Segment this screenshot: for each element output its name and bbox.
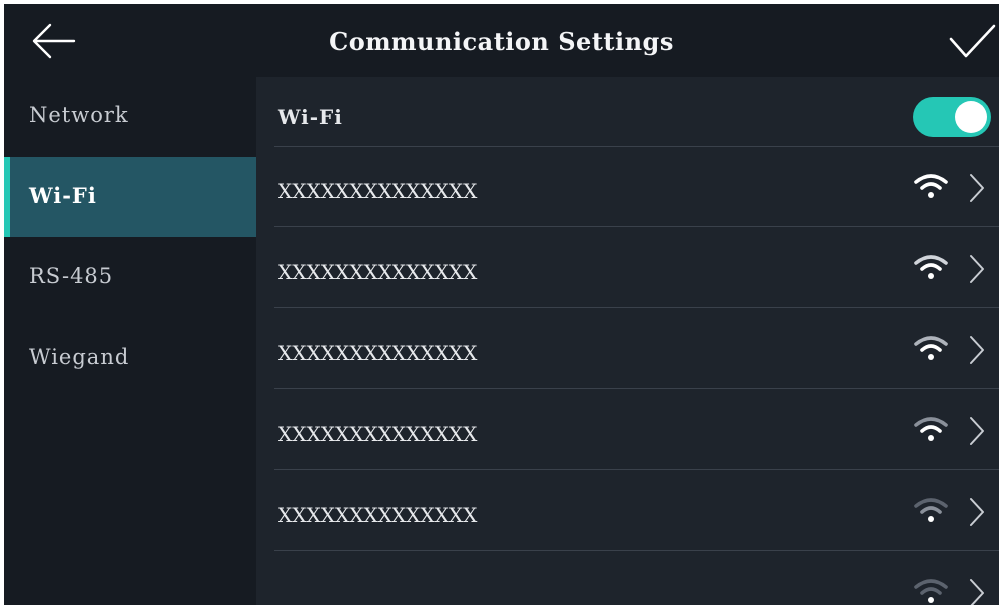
checkmark-icon [949,24,996,58]
arrow-left-icon [32,23,76,59]
wifi-icon [914,336,948,360]
divider [274,388,999,389]
network-ssid: XXXXXXXXXXXXXX [278,341,478,365]
divider [274,550,999,551]
sidebar-item-rs485[interactable]: RS-485 [4,238,256,318]
sidebar-item-wiegand[interactable]: Wiegand [4,319,256,399]
wifi-weak-icon [914,498,948,522]
network-ssid: XXXXXXXXXXXXXX [278,179,478,203]
network-row[interactable]: XXXXXXXXXXXXXX [274,147,999,227]
sidebar-item-label: Network [29,103,129,127]
chevron-right-icon [970,417,984,445]
network-ssid: XXXXXXXXXXXXXX [278,422,478,446]
divider [274,226,999,227]
wifi-settings-panel: Wi-Fi XXXXXXXXXXXXXX XXXXXXXXXXXXXX XXXX… [256,77,999,605]
network-row[interactable]: XXXXXXXXXXXXXX [274,471,999,551]
toggle-knob [955,101,987,133]
sidebar: Network Wi-Fi RS-485 Wiegand [4,77,256,605]
sidebar-item-label: Wiegand [29,345,130,369]
divider [274,469,999,470]
sidebar-item-label: Wi-Fi [29,183,97,208]
wifi-icon [914,255,948,279]
network-row[interactable]: XXXXXXXXXXXXXX [274,309,999,389]
network-row[interactable]: XXXXXXXXXXXXXX [274,228,999,308]
chevron-right-icon [970,336,984,364]
wifi-toggle-label: Wi-Fi [278,105,343,129]
chevron-right-icon [970,174,984,202]
sidebar-item-wifi[interactable]: Wi-Fi [4,157,256,237]
sidebar-item-label: RS-485 [29,264,114,288]
confirm-button[interactable] [948,22,996,64]
wifi-toggle-switch[interactable] [913,97,991,137]
divider [274,307,999,308]
network-ssid: XXXXXXXXXXXXXX [278,503,478,527]
network-row[interactable] [274,552,999,605]
wifi-toggle-row: Wi-Fi [274,67,999,147]
network-row[interactable]: XXXXXXXXXXXXXX [274,390,999,470]
chevron-right-icon [970,498,984,526]
wifi-icon [914,417,948,441]
device-screen: Communication Settings Network Wi-Fi RS-… [4,4,999,605]
wifi-strong-icon [914,174,948,198]
active-indicator [4,157,10,237]
back-button[interactable] [30,20,78,62]
chevron-right-icon [970,579,984,605]
sidebar-item-network[interactable]: Network [4,77,256,157]
wifi-weak-icon [914,579,948,603]
chevron-right-icon [970,255,984,283]
network-ssid: XXXXXXXXXXXXXX [278,260,478,284]
